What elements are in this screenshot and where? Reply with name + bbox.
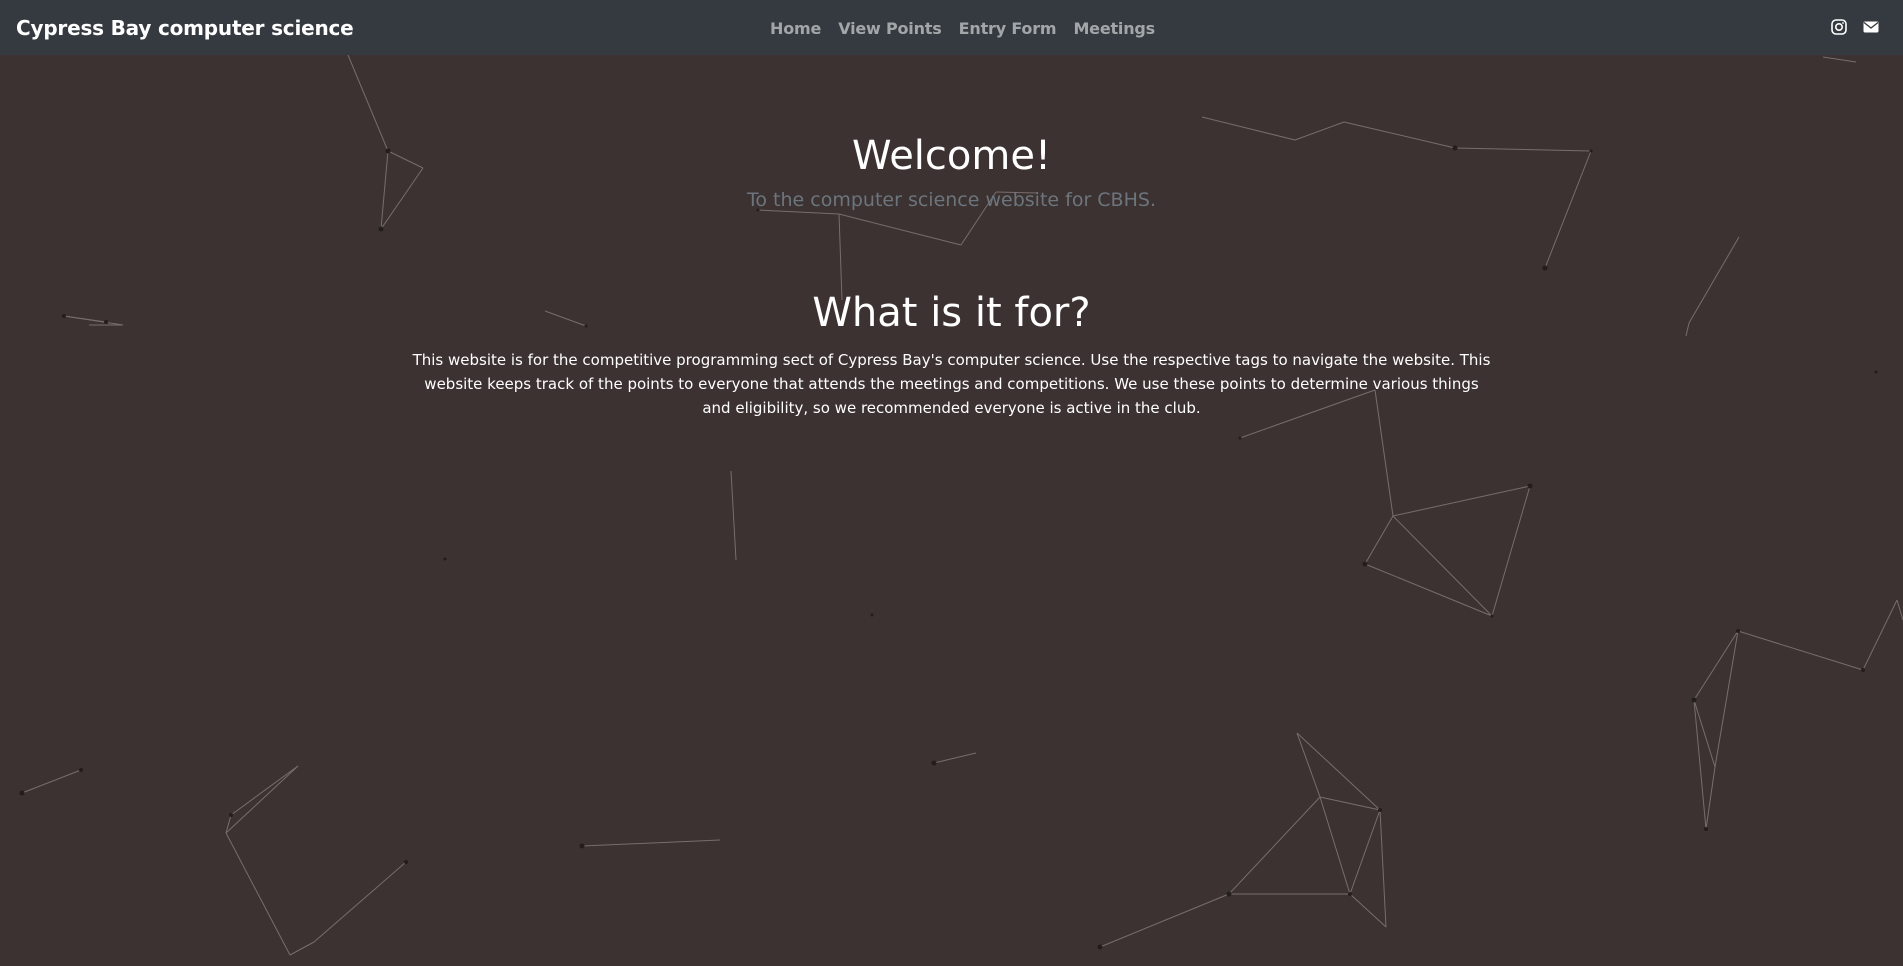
envelope-icon[interactable] xyxy=(1863,19,1881,37)
instagram-icon[interactable] xyxy=(1831,19,1849,37)
nav-home-link[interactable]: Home xyxy=(770,19,821,38)
welcome-subtitle: To the computer science website for CBHS… xyxy=(747,189,1156,211)
about-paragraph: This website is for the competitive prog… xyxy=(412,351,1491,417)
nav-links: Home View Points Entry Form Meetings xyxy=(0,19,1903,38)
nav-entry-form-link[interactable]: Entry Form xyxy=(959,19,1057,38)
about-heading: What is it for? xyxy=(812,290,1091,336)
nav-meetings-link[interactable]: Meetings xyxy=(1073,19,1155,38)
top-navbar: Cypress Bay computer science Home View P… xyxy=(0,0,1903,55)
nav-view-points-link[interactable]: View Points xyxy=(838,19,942,38)
welcome-heading: Welcome! xyxy=(851,133,1051,179)
